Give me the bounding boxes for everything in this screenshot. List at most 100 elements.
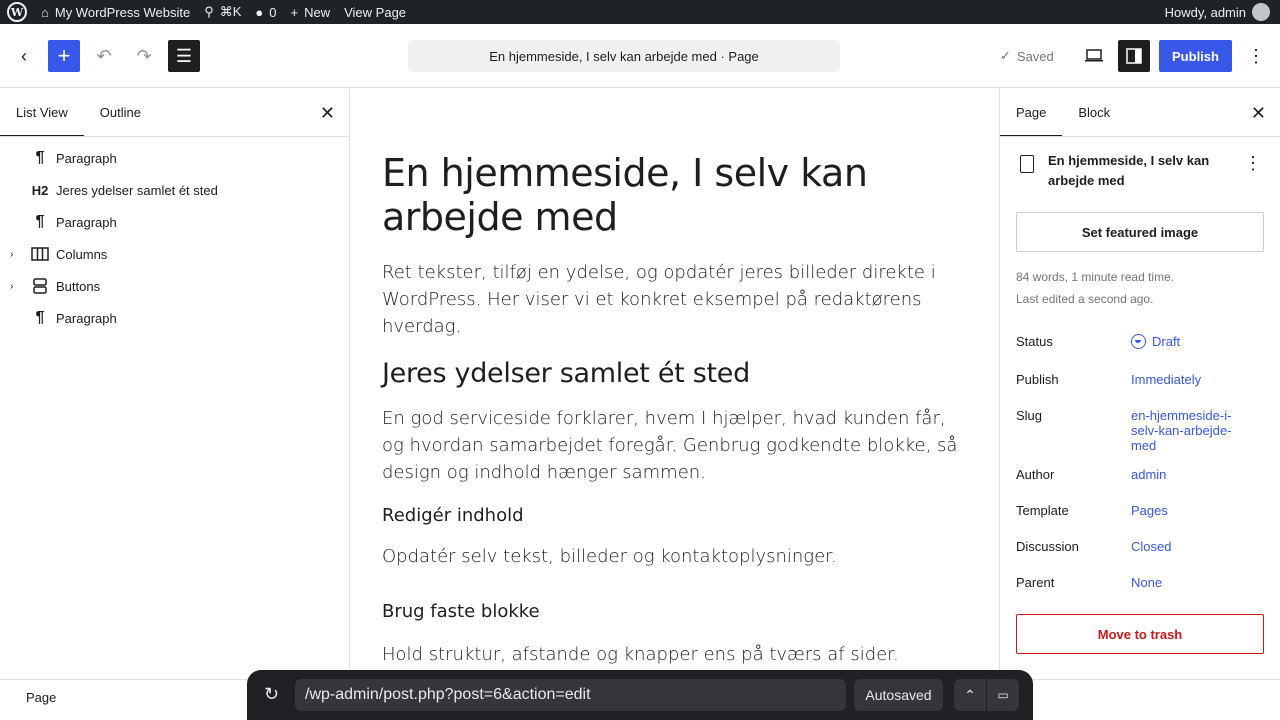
draft-icon [1131, 334, 1146, 349]
search-icon: ⚲ [204, 4, 214, 19]
list-view-tree: ¶ Paragraph H2 Jeres ydelser samlet ét s… [0, 137, 349, 334]
view-page-link[interactable]: View Page [337, 0, 413, 24]
post-title[interactable]: En hjemmeside, I selv kan arbejde med [382, 151, 972, 239]
avatar [1252, 3, 1270, 21]
tab-outline[interactable]: Outline [84, 89, 157, 136]
paragraph-icon: ¶ [35, 213, 45, 230]
keyboard-button[interactable]: ▭ [987, 679, 1019, 711]
url-field[interactable]: /wp-admin/post.php?post=6&action=edit [295, 679, 846, 711]
close-list-view-button[interactable]: ✕ [320, 103, 335, 124]
list-item[interactable]: › Columns [0, 238, 349, 270]
wp-logo-menu[interactable]: W [0, 0, 34, 24]
list-item-label: Jeres ydelser samlet ét sted [56, 182, 218, 198]
column-heading[interactable]: Brug faste blokke [382, 599, 972, 625]
wordpress-logo-icon: W [7, 2, 27, 22]
undo-button[interactable]: ↶ [88, 40, 120, 72]
back-button[interactable]: ‹ [8, 40, 40, 72]
column-heading[interactable]: Redigér indhold [382, 503, 972, 529]
options-button[interactable]: ⋮ [1240, 40, 1272, 72]
new-label: New [304, 4, 331, 20]
document-card: En hjemmeside, I selv kan arbejde med ⋮ [1016, 151, 1266, 191]
settings-panel: Page Block ✕ En hjemmeside, I selv kan a… [999, 89, 1280, 679]
set-featured-image-button[interactable]: Set featured image [1016, 212, 1264, 252]
page-icon [1020, 155, 1034, 173]
column-paragraph[interactable]: Opdatér selv tekst, billeder og kontakto… [382, 543, 972, 570]
desktop-icon [1085, 49, 1103, 62]
publish-label: Publish [1016, 372, 1059, 387]
breadcrumb[interactable]: Page [26, 690, 56, 705]
publish-value[interactable]: Immediately [1131, 372, 1241, 387]
site-name-menu[interactable]: ⌂ My WordPress Website [34, 0, 197, 24]
command-palette-button[interactable]: ⚲ ⌘K [197, 0, 248, 24]
chevron-right-icon[interactable]: › [10, 281, 13, 292]
site-name: My WordPress Website [54, 4, 191, 20]
document-overview-button[interactable]: ☰ [168, 40, 200, 72]
list-item[interactable]: ¶ Paragraph [0, 142, 349, 174]
slug-value[interactable]: en-hjemmeside-i-selv-kan-arbejde-med [1131, 408, 1236, 453]
plus-icon: + [57, 43, 71, 68]
template-label: Template [1016, 503, 1069, 518]
slug-label: Slug [1016, 408, 1043, 423]
comment-icon: ● [255, 4, 264, 20]
new-content-menu[interactable]: + New [284, 0, 338, 24]
editor-canvas[interactable]: En hjemmeside, I selv kan arbejde med Re… [351, 89, 999, 679]
list-item-label: Paragraph [56, 214, 117, 230]
status-label: Status [1016, 334, 1053, 349]
comments-menu[interactable]: ● 0 [248, 0, 283, 24]
tab-page[interactable]: Page [1000, 89, 1063, 136]
list-item-label: Buttons [56, 278, 101, 294]
author-value[interactable]: admin [1131, 467, 1241, 482]
author-label: Author [1016, 467, 1055, 482]
settings-tabs: Page Block ✕ [1000, 89, 1280, 137]
greeting: Howdy, admin [1164, 4, 1246, 20]
discussion-value[interactable]: Closed [1131, 539, 1241, 554]
tab-block[interactable]: Block [1062, 89, 1126, 136]
tab-list-view[interactable]: List View [0, 89, 84, 136]
list-item[interactable]: ¶ Paragraph [0, 302, 349, 334]
settings-button[interactable] [1118, 40, 1150, 72]
post-content: En hjemmeside, I selv kan arbejde med Re… [382, 151, 972, 679]
list-item-label: Paragraph [56, 310, 117, 326]
chevron-up-button[interactable]: ⌃ [954, 679, 986, 711]
heading-icon: H2 [31, 182, 49, 198]
move-to-trash-button[interactable]: Move to trash [1016, 614, 1264, 654]
heading-block[interactable]: Jeres ydelser samlet ét sted [382, 357, 972, 391]
close-icon: ✕ [1250, 103, 1266, 123]
chevron-up-icon: ⌃ [964, 686, 976, 703]
left-panel-tabs: List View Outline ✕ [0, 89, 349, 137]
account-menu[interactable]: Howdy, admin [1158, 0, 1280, 24]
paragraph-icon: ¶ [35, 149, 45, 166]
template-value[interactable]: Pages [1131, 503, 1241, 518]
browser-bar: ↻ /wp-admin/post.php?post=6&action=edit … [247, 670, 1033, 720]
document-title-bar[interactable]: En hjemmeside, I selv kan arbejde med · … [408, 40, 840, 72]
chevron-right-icon[interactable]: › [10, 249, 13, 260]
list-view-icon: ☰ [175, 45, 193, 66]
paragraph-block[interactable]: Ret tekster, tilføj en ydelse, og opdaté… [382, 259, 972, 340]
list-item[interactable]: H2 Jeres ydelser samlet ét sted [0, 174, 349, 206]
preview-button[interactable] [1078, 40, 1110, 72]
status-value[interactable]: Draft [1131, 334, 1241, 349]
column-paragraph[interactable]: Hold struktur, afstande og knapper ens p… [382, 641, 972, 668]
redo-button[interactable]: ↷ [128, 40, 160, 72]
list-item-label: Columns [56, 246, 108, 262]
more-vertical-icon[interactable]: ⋮ [1244, 153, 1262, 174]
status-text: Draft [1152, 334, 1181, 349]
paragraph-icon: ¶ [35, 309, 45, 326]
parent-label: Parent [1016, 575, 1055, 590]
home-icon: ⌂ [41, 4, 49, 20]
editor-header: ‹ + ↶ ↷ ☰ En hjemmeside, I selv kan arbe… [0, 24, 1280, 88]
block-inserter-button[interactable]: + [48, 40, 80, 72]
close-settings-button[interactable]: ✕ [1251, 103, 1266, 124]
autosaved-button[interactable]: Autosaved [854, 679, 943, 711]
buttons-icon [30, 276, 50, 296]
undo-icon: ↶ [96, 45, 112, 66]
publish-button[interactable]: Publish [1159, 40, 1232, 72]
paragraph-block[interactable]: En god serviceside forklarer, hvem I hjæ… [382, 405, 972, 486]
parent-value[interactable]: None [1131, 575, 1241, 590]
saved-indicator: ✓ Saved [1000, 40, 1054, 72]
reload-icon[interactable]: ↻ [264, 684, 279, 705]
plus-icon: + [290, 4, 299, 20]
list-item[interactable]: ¶ Paragraph [0, 206, 349, 238]
list-item[interactable]: › Buttons [0, 270, 349, 302]
saved-label: Saved [1016, 48, 1054, 64]
